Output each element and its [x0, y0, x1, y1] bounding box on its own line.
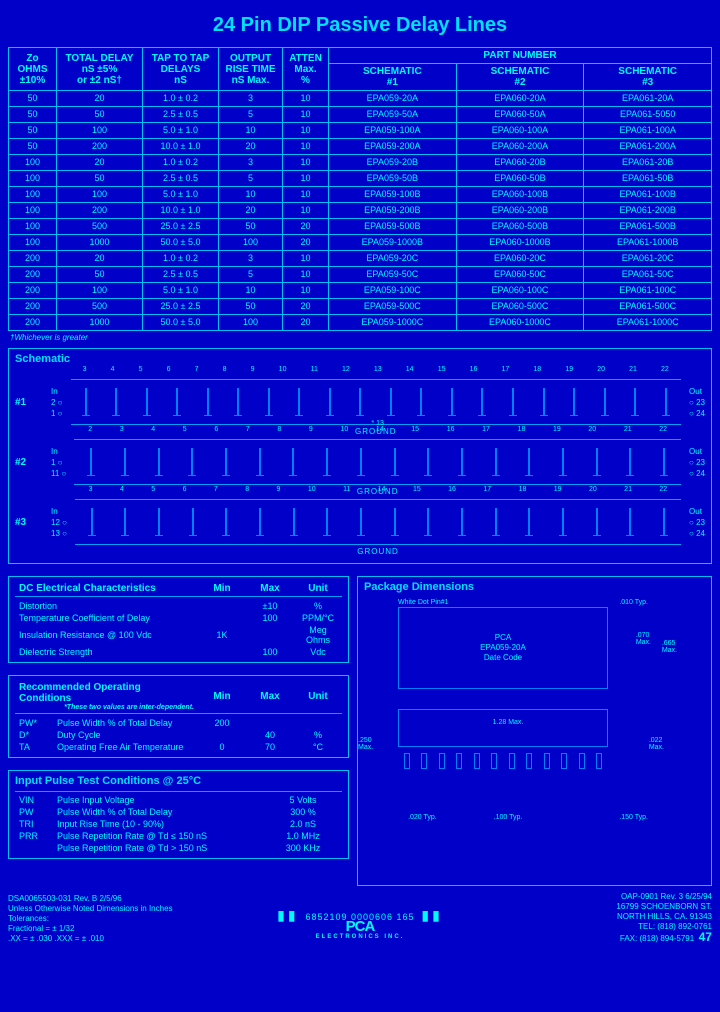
schematic-body-3: 34567891011141516171819202122 GROUND [75, 499, 681, 545]
pkg-pin [561, 753, 567, 769]
table-row: 2001005.0 ± 1.01010EPA059-100CEPA060-100… [9, 283, 712, 299]
dim-whitedot: White Dot Pin#1 [398, 599, 449, 606]
table-row: 200502.5 ± 0.5510EPA059-50CEPA060-50CEPA… [9, 267, 712, 283]
pkg-pin [509, 753, 515, 769]
chip-side-view [398, 709, 608, 747]
dim-022: .022 Max. [649, 737, 664, 751]
hdr-sch2: SCHEMATIC #2 [456, 64, 584, 91]
pkg-pin [456, 753, 462, 769]
hdr-total-delay: TOTAL DELAY nS ±5% or ±2 nS† [57, 48, 143, 91]
table-row: PW*Pulse Width % of Total Delay200 [15, 717, 342, 729]
schematic-2: #2 In 1 ○ 11 ○ 2345678910141516171819202… [15, 439, 705, 485]
dim-250: .250 Max. [358, 737, 373, 751]
table-row: PRRPulse Repetition Rate @ Td ≤ 150 nS1.… [15, 830, 342, 842]
table-row: Distortion±10% [15, 600, 342, 612]
table-row: 501005.0 ± 1.01010EPA059-100AEPA060-100A… [9, 123, 712, 139]
table-row: PWPulse Width % of Total Delay300 % [15, 806, 342, 818]
hdr-sch1: SCHEMATIC #1 [329, 64, 457, 91]
page-footer: DSA0065503-031 Rev. B 2/5/96 Unless Othe… [8, 892, 712, 944]
pkg-pin [491, 753, 497, 769]
table-row: TRIInput Rise Time (10 - 90%)2.0 nS [15, 818, 342, 830]
main-spec-table: Zo OHMS ±10% TOTAL DELAY nS ±5% or ±2 nS… [8, 47, 712, 331]
chip-marking: PCA EPA059-20A Date Code [480, 633, 526, 663]
dim-010: .010 Typ. [619, 599, 648, 606]
page-title: 24 Pin DIP Passive Delay Lines [8, 14, 712, 37]
tolerance-note: Unless Otherwise Noted Dimensions in Inc… [8, 904, 261, 944]
hdr-partnumber: PART NUMBER [329, 48, 712, 64]
table-row: D*Duty Cycle40% [15, 729, 342, 741]
schematic-panel: Schematic #1 In 2 ○ 1 ○ 3456789101112131… [8, 348, 712, 564]
pkg-pin [421, 753, 427, 769]
hdr-zo: Zo OHMS ±10% [9, 48, 57, 91]
pkg-pin [474, 753, 480, 769]
doc-id-right: OAP-0901 Rev. 3 6/25/94 [459, 892, 712, 902]
dim-100: .100 Typ. [494, 814, 523, 821]
schematic-body-2: 2345678910141516171819202122 * 13 GROUND [74, 439, 681, 485]
roc-title: Recommended Operating Conditions *These … [15, 680, 198, 714]
dc-panel: DC Electrical Characteristics Min Max Un… [8, 576, 349, 663]
dim-665: .665 Max. [662, 640, 677, 654]
table-row: Insulation Resistance @ 100 Vdc1KMeg Ohm… [15, 624, 342, 646]
company-address: 16799 SCHOENBORN ST. NORTH HILLS, CA. 91… [459, 902, 712, 944]
pkg-pin [579, 753, 585, 769]
pkg-pin [526, 753, 532, 769]
table-row: VINPulse Input Voltage5 Volts [15, 794, 342, 806]
schematic-1: #1 In 2 ○ 1 ○ 34567891011121314151617181… [15, 379, 705, 425]
table-row: 50502.5 ± 0.5510EPA059-50AEPA060-50AEPA0… [9, 107, 712, 123]
table-row: 5020010.0 ± 1.02010EPA059-200AEPA060-200… [9, 139, 712, 155]
schematic-body-1: 345678910111213141516171819202122 GROUND [71, 379, 682, 425]
dc-title: DC Electrical Characteristics [15, 581, 198, 597]
doc-id-left: DSA0065503-031 Rev. B 2/5/96 [8, 894, 261, 904]
page-number: 47 [699, 930, 712, 944]
table-row: 10020010.0 ± 1.02010EPA059-200BEPA060-20… [9, 203, 712, 219]
table-row: 200100050.0 ± 5.010020EPA059-1000CEPA060… [9, 315, 712, 331]
dim-070: .070 Max. [636, 632, 651, 646]
roc-panel: Recommended Operating Conditions *These … [8, 675, 349, 758]
pkg-pin [439, 753, 445, 769]
dim-020: .020 Typ. [408, 814, 437, 821]
table-row: TAOperating Free Air Temperature070°C [15, 741, 342, 753]
chip-top-view: PCA EPA059-20A Date Code .070 Max. .665 … [398, 607, 608, 689]
schematic-title: Schematic [15, 353, 705, 365]
table-row: 100100050.0 ± 5.010020EPA059-1000BEPA060… [9, 235, 712, 251]
pkg-pin [596, 753, 602, 769]
table-row: 10050025.0 ± 2.55020EPA059-500BEPA060-50… [9, 219, 712, 235]
table-row: 200201.0 ± 0.2310EPA059-20CEPA060-20CEPA… [9, 251, 712, 267]
hdr-atten: ATTEN Max. % [283, 48, 329, 91]
table-row: 50201.0 ± 0.2310EPA059-20AEPA060-20AEPA0… [9, 91, 712, 107]
table-row: 100201.0 ± 0.2310EPA059-20BEPA060-20BEPA… [9, 155, 712, 171]
table-row: 100502.5 ± 0.5510EPA059-50BEPA060-50BEPA… [9, 171, 712, 187]
table-row: Pulse Repetition Rate @ Td > 150 nS300 K… [15, 842, 342, 854]
package-panel: Package Dimensions White Dot Pin#1 .010 … [357, 576, 712, 886]
hdr-rise: OUTPUT RISE TIME nS Max. [219, 48, 283, 91]
pkg-pin [404, 753, 410, 769]
table-row: Dielectric Strength100Vdc [15, 646, 342, 658]
hdr-tap-to-tap: TAP TO TAP DELAYS nS [143, 48, 219, 91]
table-row: Temperature Coefficient of Delay100PPM/°… [15, 612, 342, 624]
table-footnote: †Whichever is greater [10, 333, 712, 342]
company-logo: PCA ELECTRONICS INC. [316, 922, 405, 942]
iptc-panel: Input Pulse Test Conditions @ 25°C VINPu… [8, 770, 349, 859]
pkg-pin [544, 753, 550, 769]
schematic-3: #3 In 12 ○ 13 ○ 345678910111415161718192… [15, 499, 705, 545]
table-row: 20050025.0 ± 2.55020EPA059-500CEPA060-50… [9, 299, 712, 315]
hdr-sch3: SCHEMATIC #3 [584, 64, 712, 91]
dim-150: .150 Typ. [619, 814, 648, 821]
table-row: 1001005.0 ± 1.01010EPA059-100BEPA060-100… [9, 187, 712, 203]
